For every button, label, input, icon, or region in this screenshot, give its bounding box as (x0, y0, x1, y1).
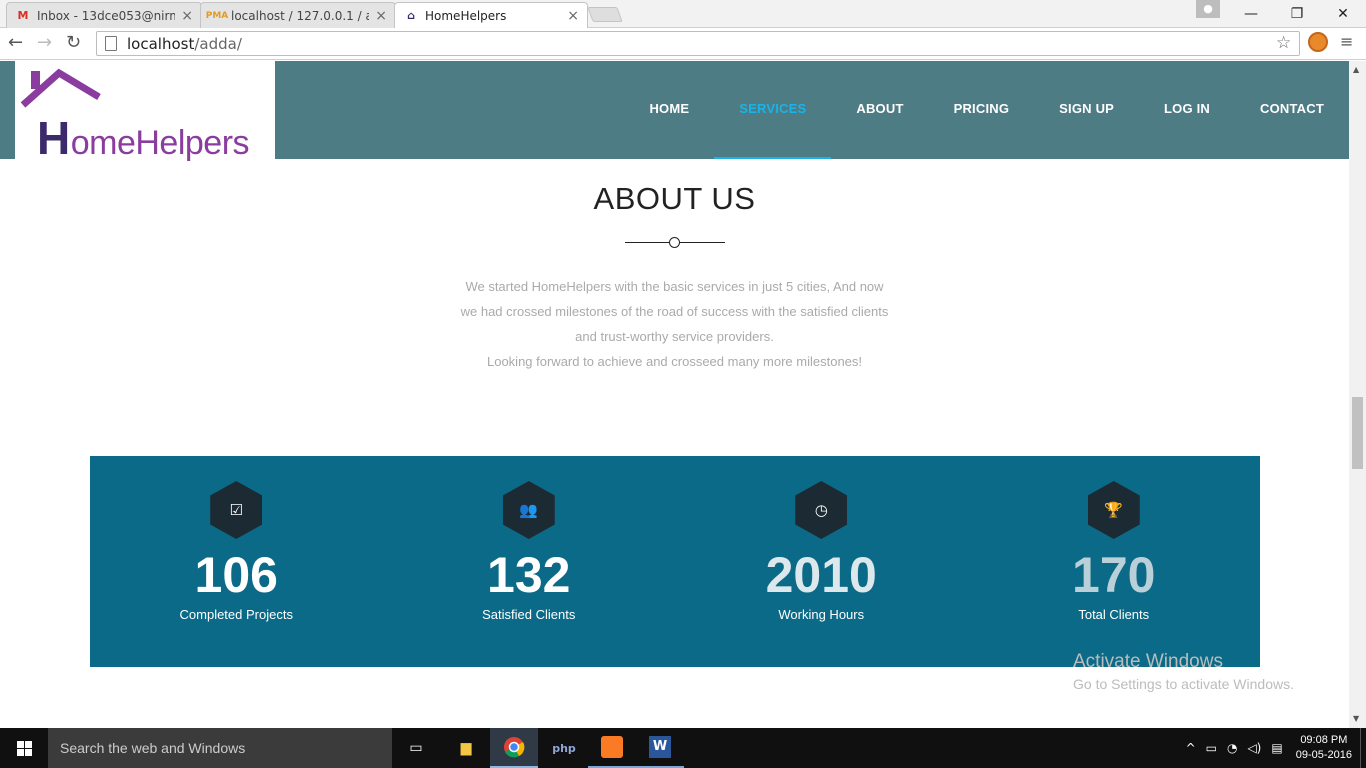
restore-icon[interactable]: ❐ (1274, 6, 1320, 22)
stats-band: ☑ 106 Completed Projects 👥 132 Satisfied… (90, 456, 1260, 667)
gmail-icon: M (17, 9, 29, 22)
close-icon[interactable]: × (375, 8, 387, 24)
nav-log-in[interactable]: LOG IN (1139, 61, 1235, 159)
system-tray: ^ ▭ ◔ ◁) ▤ 09:08 PM 09-05-2016 (1181, 728, 1366, 768)
stat-label: Working Hours (778, 607, 865, 622)
tab-label: localhost / 127.0.0.1 / add (231, 8, 369, 23)
nav-about[interactable]: ABOUT (831, 61, 928, 159)
browser-menu-icon[interactable]: ≡ (1340, 32, 1353, 51)
tab-phpmyadmin[interactable]: PMA localhost / 127.0.0.1 / add × (200, 2, 396, 28)
windows-taskbar: Search the web and Windows ▭ ▆ php W ^ ▭… (0, 728, 1366, 768)
xampp-icon[interactable] (588, 728, 636, 768)
about-title: ABOUT US (593, 181, 756, 216)
notifications-icon[interactable]: ▤ (1271, 741, 1282, 755)
scrollbar-thumb[interactable] (1352, 397, 1363, 469)
page-icon (105, 36, 117, 51)
reload-icon[interactable]: ↻ (66, 33, 81, 53)
address-bar[interactable]: localhost/adda/ (96, 31, 1300, 56)
page-scrollbar[interactable]: ▲ ▼ (1349, 61, 1366, 728)
phpstorm-icon[interactable]: php (540, 728, 588, 768)
clock-date: 09-05-2016 (1295, 749, 1352, 761)
phpmyadmin-icon: PMA (205, 10, 229, 21)
main-nav: HOME SERVICES ABOUT PRICING SIGN UP LOG … (624, 61, 1349, 159)
stat-working-hours: ◷ 2010 Working Hours (675, 456, 968, 667)
watermark-title: Activate Windows (1073, 651, 1223, 672)
checkbox-icon: ☑ (210, 481, 263, 539)
user-profile-icon[interactable]: ● (1196, 0, 1220, 18)
extension-icon[interactable] (1308, 32, 1328, 52)
url-host: localhost (127, 34, 195, 53)
tray-chevron-icon[interactable]: ^ (1186, 741, 1196, 755)
show-desktop-button[interactable] (1360, 728, 1366, 768)
nav-services[interactable]: SERVICES (714, 61, 832, 159)
site-logo[interactable]: HomeHelpers (15, 61, 275, 164)
wifi-icon[interactable]: ◔ (1227, 741, 1237, 755)
tab-gmail[interactable]: M Inbox - 13dce053@nirma × (6, 2, 202, 28)
tab-homehelpers[interactable]: ⌂ HomeHelpers × (394, 2, 588, 28)
site-header: HomeHelpers HOME SERVICES ABOUT PRICING … (0, 61, 1349, 164)
nav-contact[interactable]: CONTACT (1235, 61, 1349, 159)
clock-icon: ◷ (795, 481, 848, 539)
trophy-icon: 🏆 (1087, 481, 1140, 539)
file-explorer-icon[interactable]: ▆ (442, 728, 490, 768)
users-icon: 👥 (502, 481, 555, 539)
activate-windows-watermark: Activate Windows Go to Settings to activ… (1073, 651, 1294, 692)
volume-icon[interactable]: ◁) (1247, 741, 1261, 755)
task-view-icon[interactable]: ▭ (392, 728, 440, 768)
word-icon[interactable]: W (636, 728, 684, 768)
browser-toolbar: ← → ↻ localhost/adda/ ☆ ≡ (0, 28, 1366, 60)
clock-time: 09:08 PM (1300, 734, 1348, 746)
about-line-1: We started HomeHelpers with the basic se… (460, 279, 889, 344)
close-icon[interactable]: × (567, 8, 579, 24)
back-arrow-icon[interactable]: ← (8, 33, 23, 53)
logo-rest: omeHelpers (70, 124, 250, 162)
browser-tab-strip: M Inbox - 13dce053@nirma × PMA localhost… (0, 0, 1366, 28)
windows-start-icon[interactable] (0, 728, 48, 768)
new-tab-button[interactable] (587, 7, 623, 22)
stat-label: Total Clients (1078, 607, 1150, 622)
section-divider (624, 237, 725, 249)
window-controls: — ❐ ✕ (1228, 0, 1366, 28)
window-close-icon[interactable]: ✕ (1320, 6, 1366, 22)
logo-letter: H (37, 112, 70, 164)
logo-text: HomeHelpers (37, 111, 250, 165)
watermark-subtitle: Go to Settings to activate Windows. (1073, 676, 1294, 692)
chrome-icon[interactable] (490, 728, 538, 768)
house-roof-icon (20, 68, 101, 108)
taskbar-clock[interactable]: 09:08 PM 09-05-2016 (1296, 733, 1352, 763)
nav-sign-up[interactable]: SIGN UP (1034, 61, 1139, 159)
about-section: ABOUT US We started HomeHelpers with the… (0, 181, 1349, 374)
forward-arrow-icon[interactable]: → (37, 33, 52, 53)
stat-value: 106 (194, 547, 278, 603)
scroll-up-icon[interactable]: ▲ (1353, 65, 1359, 74)
tab-label: HomeHelpers (425, 8, 507, 23)
taskbar-search-box[interactable]: Search the web and Windows (48, 728, 392, 768)
stat-value: 2010 (765, 547, 877, 603)
close-icon[interactable]: × (181, 8, 193, 24)
minimize-icon[interactable]: — (1228, 6, 1274, 22)
url-path: /adda/ (194, 34, 242, 53)
about-text: We started HomeHelpers with the basic se… (460, 274, 890, 374)
chrome-logo (504, 737, 525, 758)
nav-pricing[interactable]: PRICING (929, 61, 1035, 159)
stat-value: 170 (1072, 547, 1156, 603)
page-viewport: HomeHelpers HOME SERVICES ABOUT PRICING … (0, 61, 1366, 728)
nav-home[interactable]: HOME (624, 61, 714, 159)
homehelpers-favicon: ⌂ (407, 9, 415, 22)
stat-label: Completed Projects (179, 607, 293, 622)
tab-label: Inbox - 13dce053@nirma (37, 8, 176, 23)
bookmark-star-icon[interactable]: ☆ (1276, 33, 1291, 53)
scroll-down-icon[interactable]: ▼ (1353, 714, 1359, 723)
stat-value: 132 (487, 547, 571, 603)
battery-icon[interactable]: ▭ (1206, 741, 1217, 755)
about-line-2: Looking forward to achieve and crosseed … (486, 354, 863, 369)
stat-completed-projects: ☑ 106 Completed Projects (90, 456, 383, 667)
stat-satisfied-clients: 👥 132 Satisfied Clients (383, 456, 676, 667)
stat-total-clients: 🏆 170 Total Clients (968, 456, 1261, 667)
stat-label: Satisfied Clients (482, 607, 576, 622)
